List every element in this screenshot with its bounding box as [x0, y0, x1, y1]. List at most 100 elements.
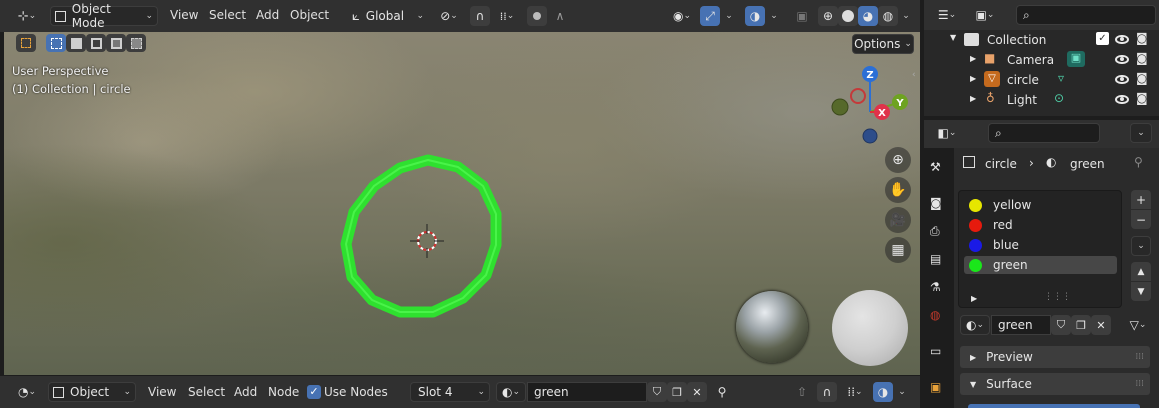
object-tab-icon[interactable]: ▣ — [930, 380, 946, 396]
select-mode-subtract[interactable] — [86, 34, 106, 52]
select-mode-difference[interactable] — [106, 34, 126, 52]
unlink-material-button[interactable]: ✕ — [687, 382, 707, 402]
scene-tab-icon[interactable]: ⚗ — [930, 280, 946, 296]
node-menu-node[interactable]: Node — [268, 385, 299, 399]
outliner-item-circle[interactable]: ▶ ▽ circle ▿ ◙ — [924, 70, 1159, 90]
parent-node-button[interactable]: ⇧ — [792, 382, 812, 402]
menu-add[interactable]: Add — [256, 8, 279, 22]
shading-options-dropdown[interactable]: ⌄ — [899, 6, 913, 26]
drag-grip-icon[interactable]: ⁞⁞⁞ — [1135, 352, 1144, 362]
hdri-preview-sphere[interactable] — [736, 291, 808, 363]
options-dropdown[interactable]: Options ⌄ — [852, 34, 914, 54]
material-slot-yellow[interactable]: yellow — [964, 196, 1117, 214]
link-mode-dropdown[interactable]: ▽ ⌄ — [1122, 315, 1154, 335]
outliner-search-field[interactable]: ⌕ — [1016, 5, 1156, 25]
properties-options-dropdown[interactable]: ⌄ — [1130, 123, 1152, 143]
use-nodes-checkbox[interactable]: ✓ — [307, 385, 321, 399]
move-slot-down-button[interactable]: ▼ — [1131, 282, 1151, 301]
shading-wireframe[interactable]: ⊕ — [818, 6, 838, 26]
remove-slot-button[interactable]: − — [1131, 210, 1151, 229]
view-layer-tab-icon[interactable]: ▤ — [930, 252, 946, 268]
output-tab-icon[interactable]: ⎙ — [930, 224, 946, 240]
material-slot-red[interactable]: red — [964, 216, 1117, 234]
render-camera-icon[interactable]: ◙ — [1136, 31, 1148, 45]
select-box-tool[interactable] — [16, 34, 36, 52]
shader-type-dropdown[interactable]: Object ⌄ — [48, 382, 136, 402]
select-mode-new[interactable] — [46, 34, 66, 52]
material-datablock-field[interactable]: green — [991, 315, 1051, 335]
node-menu-select[interactable]: Select — [188, 385, 225, 399]
outliner-collection-row[interactable]: ▼ Collection ✓ ◙ — [924, 30, 1159, 50]
3d-cursor-icon[interactable] — [408, 222, 446, 260]
gizmo-toggle[interactable]: ⤢ — [700, 6, 720, 26]
material-slot-blue[interactable]: blue — [964, 236, 1117, 254]
editor-type-button[interactable]: ⊹ ⌄ — [10, 6, 44, 26]
proportional-edit-toggle[interactable] — [527, 6, 547, 26]
gizmo-dropdown[interactable]: ⌄ — [722, 6, 736, 26]
select-mode-extend[interactable] — [66, 34, 86, 52]
node-menu-add[interactable]: Add — [234, 385, 257, 399]
orientation-dropdown[interactable]: ⟀ Global ⌄ — [348, 6, 428, 26]
menu-select[interactable]: Select — [209, 8, 246, 22]
render-camera-icon[interactable]: ◙ — [1136, 71, 1148, 85]
camera-view-button[interactable]: 🎥 — [885, 207, 911, 233]
browse-material-button[interactable]: ◐ ⌄ — [496, 382, 526, 402]
node-snap-options[interactable]: ⁞⁞ ⌄ — [840, 382, 870, 402]
gizmo-neg-y[interactable] — [831, 98, 849, 116]
material-duplicate-button[interactable]: ❐ — [1071, 315, 1091, 335]
properties-editor-type[interactable]: ◧ ⌄ — [930, 123, 964, 143]
node-menu-view[interactable]: View — [148, 385, 176, 399]
select-mode-intersect[interactable] — [126, 34, 146, 52]
render-tab-icon[interactable]: ◙ — [930, 196, 946, 212]
overlays-toggle[interactable]: ◑ — [745, 6, 765, 26]
fake-user-button[interactable]: ⛉ — [647, 382, 667, 402]
list-expand-arrow-icon[interactable]: ▶ — [971, 294, 977, 303]
collection-tab-icon[interactable]: ▭ — [930, 344, 946, 360]
pivot-point-button[interactable]: ⊘ ⌄ — [434, 6, 464, 26]
surface-use-nodes-button[interactable] — [968, 404, 1140, 408]
move-slot-up-button[interactable]: ▲ — [1131, 262, 1151, 281]
overlays-dropdown[interactable]: ⌄ — [767, 6, 781, 26]
ortho-toggle-button[interactable]: ▦ — [885, 237, 911, 263]
mode-dropdown[interactable]: Object Mode ⌄ — [50, 2, 158, 30]
material-unlink-button[interactable]: ✕ — [1091, 315, 1111, 335]
menu-object[interactable]: Object — [290, 8, 329, 22]
matcap-preview-sphere[interactable] — [832, 290, 908, 366]
display-mode-dropdown[interactable]: ▣ ⌄ — [968, 5, 1002, 25]
add-slot-button[interactable]: + — [1131, 190, 1151, 209]
slot-dropdown[interactable]: Slot 4 ⌄ — [410, 382, 490, 402]
tool-tab-icon[interactable]: ⚒ — [930, 160, 946, 176]
menu-view[interactable]: View — [170, 8, 198, 22]
eye-icon[interactable] — [1115, 95, 1129, 104]
navigation-gizmo[interactable]: Z Y X — [826, 62, 916, 148]
node-overlays-toggle[interactable]: ◑ — [873, 382, 893, 402]
snap-options-button[interactable]: ⁞⁞ ⌄ — [492, 6, 522, 26]
eye-icon[interactable] — [1115, 35, 1129, 44]
gizmo-neg-x[interactable] — [850, 88, 866, 104]
shading-rendered[interactable]: ◍ — [878, 6, 898, 26]
gizmo-neg-z[interactable] — [862, 128, 878, 144]
surface-panel-header[interactable]: ▼ Surface ⁞⁞⁞ — [960, 373, 1150, 395]
shading-material-preview[interactable]: ◕ — [858, 6, 878, 26]
outliner-item-light[interactable]: ▶ ♁ Light ⊙ ◙ — [924, 90, 1159, 110]
node-snap-toggle[interactable]: ∩ — [817, 382, 837, 402]
preview-panel-header[interactable]: ▶ Preview ⁞⁞⁞ — [960, 346, 1150, 368]
collection-checkbox[interactable]: ✓ — [1096, 32, 1109, 45]
snap-toggle[interactable]: ∩ — [470, 6, 490, 26]
material-slot-green[interactable]: green — [964, 256, 1117, 274]
world-tab-icon[interactable]: ◍ — [930, 308, 946, 324]
eye-icon[interactable] — [1115, 75, 1129, 84]
render-camera-icon[interactable]: ◙ — [1136, 91, 1148, 105]
duplicate-material-button[interactable]: ❐ — [667, 382, 687, 402]
slot-specials-button[interactable]: ⌄ — [1131, 236, 1151, 256]
list-resize-grip-icon[interactable]: ⋮⋮⋮ — [1044, 292, 1071, 302]
zoom-button[interactable]: ⊕ — [885, 147, 911, 173]
render-camera-icon[interactable]: ◙ — [1136, 51, 1148, 65]
outliner-editor-type[interactable]: ☰ ⌄ — [930, 5, 964, 25]
shading-solid[interactable] — [838, 6, 858, 26]
eye-icon[interactable] — [1115, 55, 1129, 64]
properties-search-field[interactable]: ⌕ — [988, 123, 1100, 143]
falloff-button[interactable]: ∧ — [549, 6, 571, 26]
pin-button[interactable]: ⚲ — [712, 382, 732, 402]
outliner-item-camera[interactable]: ▶ ■ Camera ▣ ◙ — [924, 50, 1159, 70]
